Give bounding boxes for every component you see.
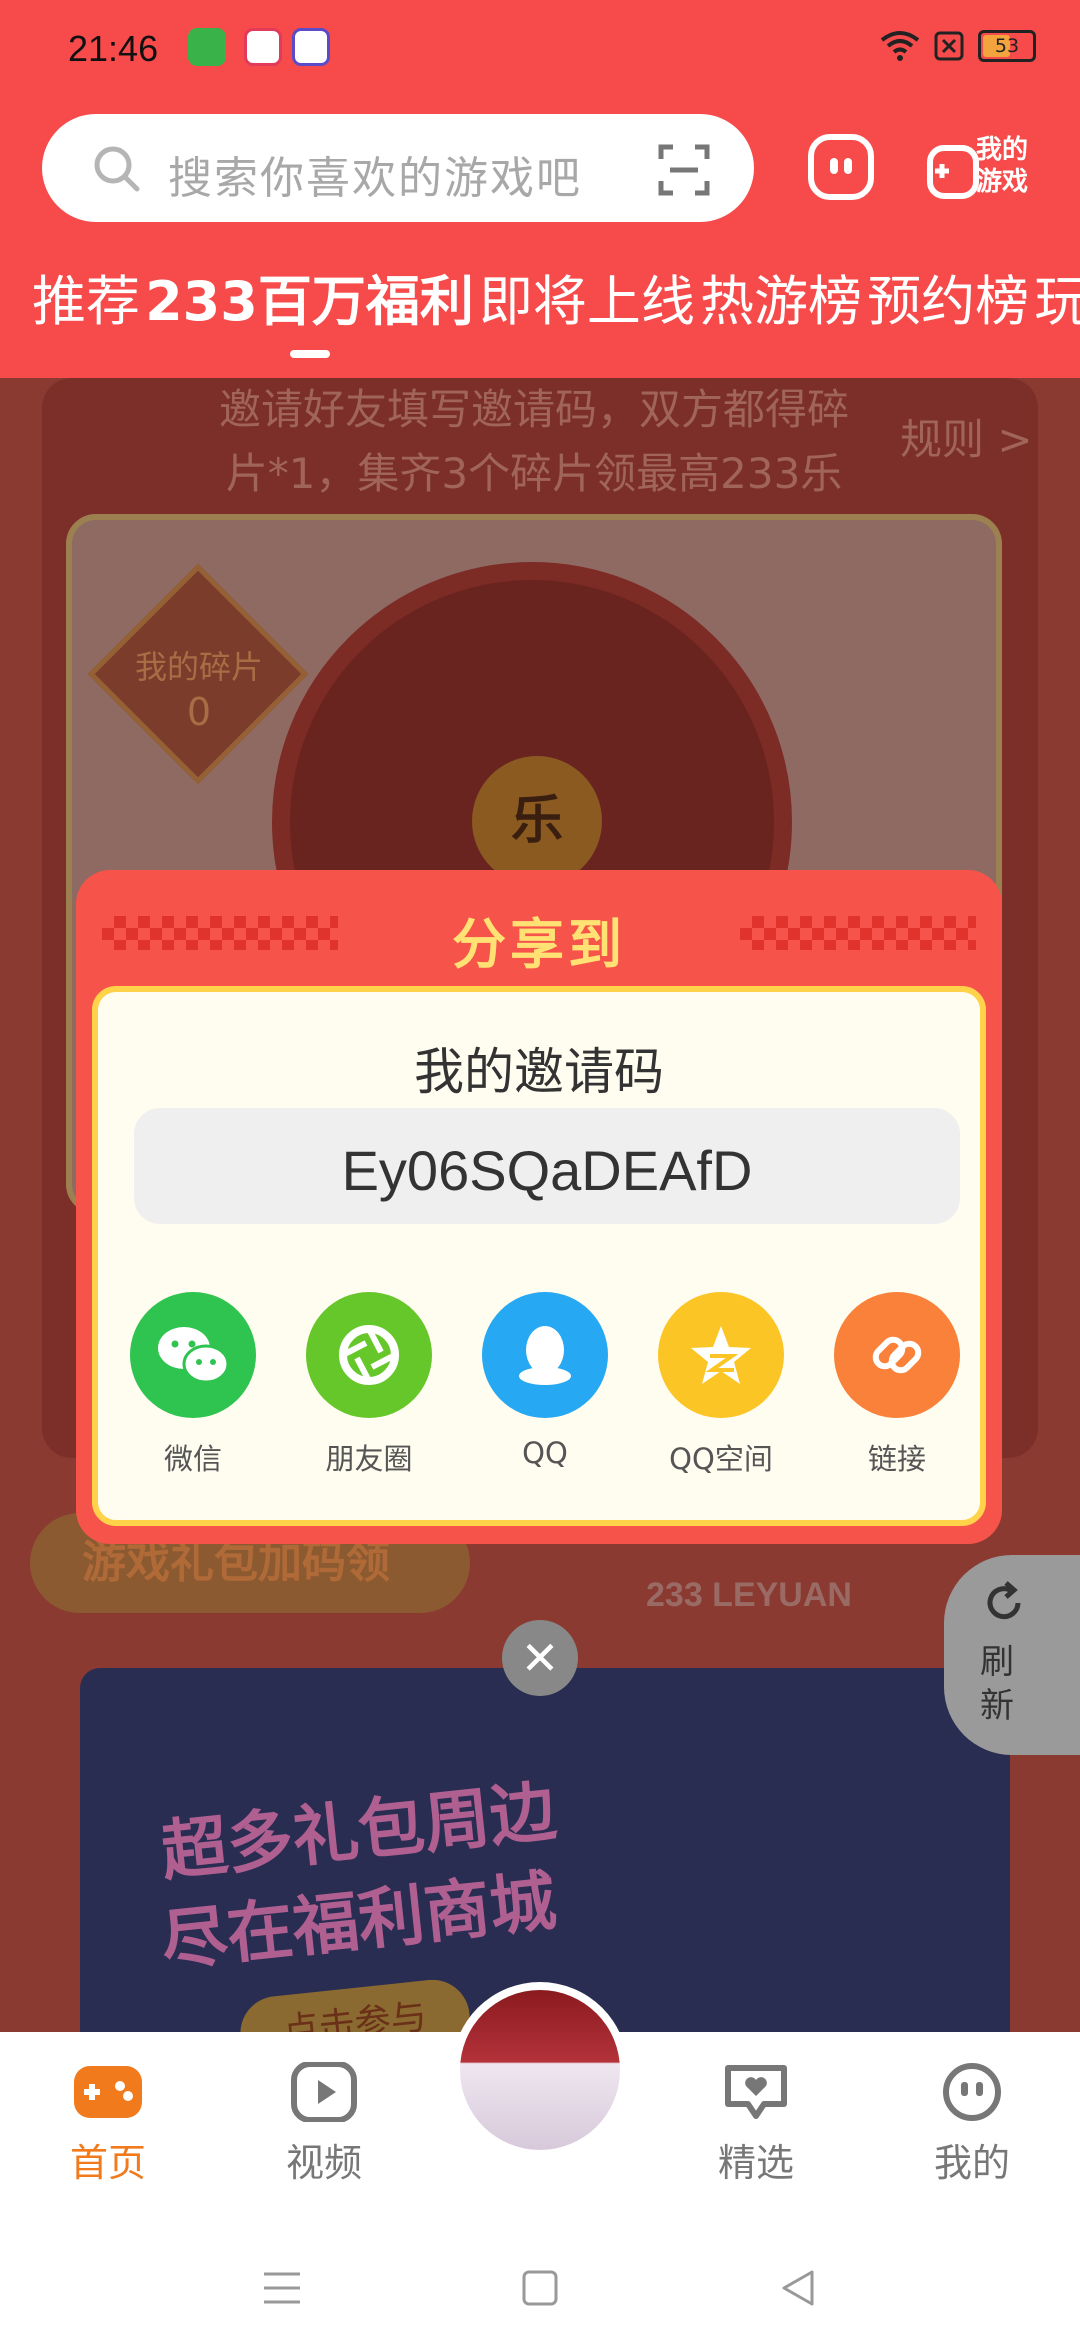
- category-tabs: 推荐 233百万福利 即将上线 热游榜 预约榜 玩: [0, 262, 1080, 342]
- share-moments-button[interactable]: 朋友圈: [304, 1292, 434, 1478]
- close-icon[interactable]: ✕: [502, 1620, 578, 1696]
- invite-code: Ey06SQaDEAfD: [341, 1139, 753, 1202]
- share-link-label: 链接: [867, 1442, 926, 1476]
- qzone-icon: [658, 1292, 784, 1418]
- share-qq-label: QQ: [522, 1436, 568, 1470]
- modal-title: 分享到: [452, 913, 626, 976]
- home-square-icon[interactable]: [522, 2270, 558, 2306]
- rules-link[interactable]: 规则 >: [900, 406, 1033, 467]
- tab-233-welfare[interactable]: 233百万福利: [145, 262, 474, 342]
- gamepad-icon: [72, 2062, 144, 2122]
- status-bar: 21:46 53: [0, 0, 1080, 96]
- share-link-button[interactable]: 链接: [832, 1292, 962, 1478]
- qq-icon: [482, 1292, 608, 1418]
- center-avatar-button[interactable]: [452, 1982, 628, 2158]
- nav-profile-label: 我的: [933, 2141, 1010, 2185]
- tab-reservation[interactable]: 预约榜: [867, 262, 1029, 342]
- nav-home[interactable]: 首页: [48, 2062, 168, 2187]
- nav-video[interactable]: 视频: [264, 2061, 384, 2187]
- promo-join-button[interactable]: 点击参与: [236, 1976, 474, 2033]
- tab-coming-soon[interactable]: 即将上线: [479, 262, 695, 342]
- nav-featured-label: 精选: [717, 2141, 794, 2185]
- smiley-face-icon: [936, 2062, 1008, 2122]
- notification-app-icon: [188, 28, 226, 66]
- battery-level: 53: [994, 35, 1020, 57]
- nav-featured[interactable]: 精选: [696, 2062, 816, 2187]
- refresh-label: 刷新: [980, 1642, 1014, 1726]
- status-time: 21:46: [68, 28, 159, 69]
- sim-off-icon: [934, 31, 964, 61]
- notification-app-icon: [292, 28, 330, 66]
- modal-body: 我的邀请码 Ey06SQaDEAfD 微信 朋友圈 QQ QQ空间 链接: [92, 986, 986, 1526]
- invite-code-title: 我的邀请码: [414, 1043, 664, 1101]
- share-modal: 分享到 我的邀请码 Ey06SQaDEAfD 微信 朋友圈 QQ QQ空间 链接: [76, 870, 1002, 1544]
- share-qq-button[interactable]: QQ: [480, 1292, 610, 1470]
- nav-video-label: 视频: [285, 2141, 362, 2185]
- search-bar[interactable]: 搜索你喜欢的游戏吧: [42, 114, 754, 222]
- status-icons: 53: [880, 30, 1036, 62]
- avatar: [460, 1990, 620, 2150]
- search-icon: [94, 146, 140, 192]
- fragment-count: 0: [186, 690, 212, 734]
- tab-hot-games[interactable]: 热游榜: [700, 262, 862, 342]
- share-qzone-button[interactable]: QQ空间: [656, 1292, 786, 1478]
- app-header: 21:46 53 搜索你喜欢的游戏吧 我的游戏 推荐 233百万福利 即将上线 …: [0, 0, 1080, 378]
- refresh-icon: [987, 1581, 1021, 1620]
- scan-icon[interactable]: [658, 144, 710, 196]
- my-games-button[interactable]: 我的游戏: [926, 130, 1046, 210]
- my-games-label: 我的游戏: [976, 135, 1029, 197]
- nav-profile[interactable]: 我的: [912, 2062, 1032, 2187]
- wifi-icon: [880, 31, 920, 61]
- share-wechat-button[interactable]: 微信: [128, 1292, 258, 1478]
- tab-recommend[interactable]: 推荐: [32, 262, 140, 342]
- wechat-icon: [130, 1292, 256, 1418]
- back-icon[interactable]: [780, 2268, 816, 2308]
- system-navigation-bar: [0, 2220, 1080, 2340]
- share-moments-label: 朋友圈: [325, 1442, 413, 1476]
- fragment-title: 我的碎片: [134, 648, 263, 686]
- nav-home-label: 首页: [69, 2141, 146, 2185]
- search-input[interactable]: 搜索你喜欢的游戏吧: [168, 142, 582, 206]
- wheel-center-button[interactable]: 乐: [472, 756, 602, 886]
- tab-play[interactable]: 玩: [1034, 262, 1080, 342]
- battery-icon: 53: [978, 30, 1036, 62]
- message-icon[interactable]: [808, 134, 874, 200]
- invite-code-box[interactable]: Ey06SQaDEAfD: [134, 1108, 960, 1224]
- notification-app-icon: [244, 28, 282, 66]
- video-play-icon: [288, 2061, 360, 2123]
- share-qzone-label: QQ空间: [669, 1442, 773, 1476]
- share-wechat-label: 微信: [163, 1442, 222, 1476]
- menu-icon[interactable]: [262, 2270, 302, 2306]
- link-icon: [834, 1292, 960, 1418]
- heart-chat-icon: [720, 2062, 792, 2122]
- moments-icon: [306, 1292, 432, 1418]
- leyuan-label: 233 LEYUAN: [646, 1576, 852, 1614]
- gamepad-icon: [927, 145, 979, 199]
- promo-banner[interactable]: 超多礼包周边 尽在福利商城 点击参与: [80, 1668, 1010, 2033]
- active-tab-indicator: [290, 350, 330, 358]
